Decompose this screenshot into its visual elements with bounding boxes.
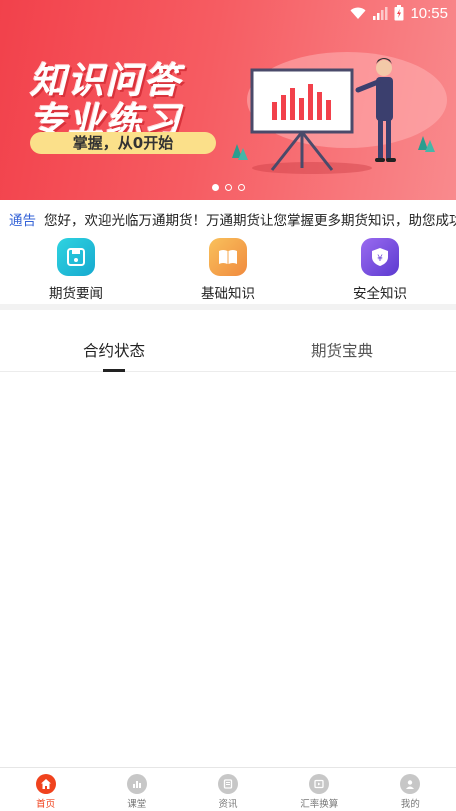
save-icon	[57, 238, 95, 276]
signal-icon	[373, 7, 388, 20]
section-divider	[0, 304, 456, 310]
promo-banner[interactable]: 10:55 知识问答 专业练习 掌握，从0开始	[0, 0, 456, 200]
notice-bar[interactable]: 通告 您好，欢迎光临万通期货！万通期货让您掌握更多期货知识，助您成功	[0, 200, 456, 238]
quick-entries: 期货要闻 基础知识 ¥ 安全知识	[0, 238, 456, 304]
status-bar: 10:55	[350, 0, 456, 26]
shield-yen-icon: ¥	[361, 238, 399, 276]
carousel-dot[interactable]	[224, 184, 232, 191]
nav-label: 课堂	[127, 799, 147, 810]
quick-entry-news[interactable]: 期货要闻	[0, 238, 152, 304]
carousel-dot[interactable]	[211, 184, 219, 191]
quick-entry-label: 期货要闻	[49, 286, 103, 302]
nav-item-news[interactable]: 资讯	[182, 768, 273, 811]
news-icon	[218, 774, 238, 794]
nav-item-home[interactable]: 首页	[0, 768, 91, 811]
nav-item-classroom[interactable]: 课堂	[91, 768, 182, 811]
status-time: 10:55	[410, 4, 448, 22]
svg-text:¥: ¥	[377, 254, 383, 264]
battery-charging-icon	[394, 5, 404, 21]
wifi-icon	[350, 7, 366, 19]
bottom-nav: 首页 课堂 资讯 汇率换算 我的	[0, 767, 456, 811]
user-icon	[400, 774, 421, 794]
nav-item-me[interactable]: 我的	[365, 768, 456, 811]
presentation-illustration	[232, 52, 447, 174]
quick-entry-label: 安全知识	[353, 286, 407, 302]
notice-tag: 通告	[9, 213, 36, 229]
chart-icon	[126, 774, 147, 794]
nav-label: 汇率换算	[300, 799, 339, 810]
book-icon	[209, 238, 247, 276]
carousel-dot[interactable]	[237, 184, 245, 191]
quick-entry-safety[interactable]: ¥ 安全知识	[304, 238, 456, 304]
nav-item-exchange[interactable]: 汇率换算	[274, 768, 365, 811]
home-icon	[35, 774, 56, 794]
quick-entry-basics[interactable]: 基础知识	[152, 238, 304, 304]
content-tabs: 合约状态 期货宝典	[0, 326, 456, 372]
carousel-indicators[interactable]	[0, 184, 456, 191]
nav-label: 首页	[36, 799, 56, 810]
banner-pill: 掌握，从0开始	[30, 132, 216, 154]
quick-entry-label: 基础知识	[201, 286, 255, 302]
tab-contract-status[interactable]: 合约状态	[0, 326, 228, 372]
nav-label: 资讯	[218, 799, 238, 810]
play-icon	[309, 774, 330, 794]
notice-message: 您好，欢迎光临万通期货！万通期货让您掌握更多期货知识，助您成功	[44, 213, 456, 229]
tab-futures-guide[interactable]: 期货宝典	[228, 326, 456, 371]
nav-label: 我的	[400, 799, 420, 810]
